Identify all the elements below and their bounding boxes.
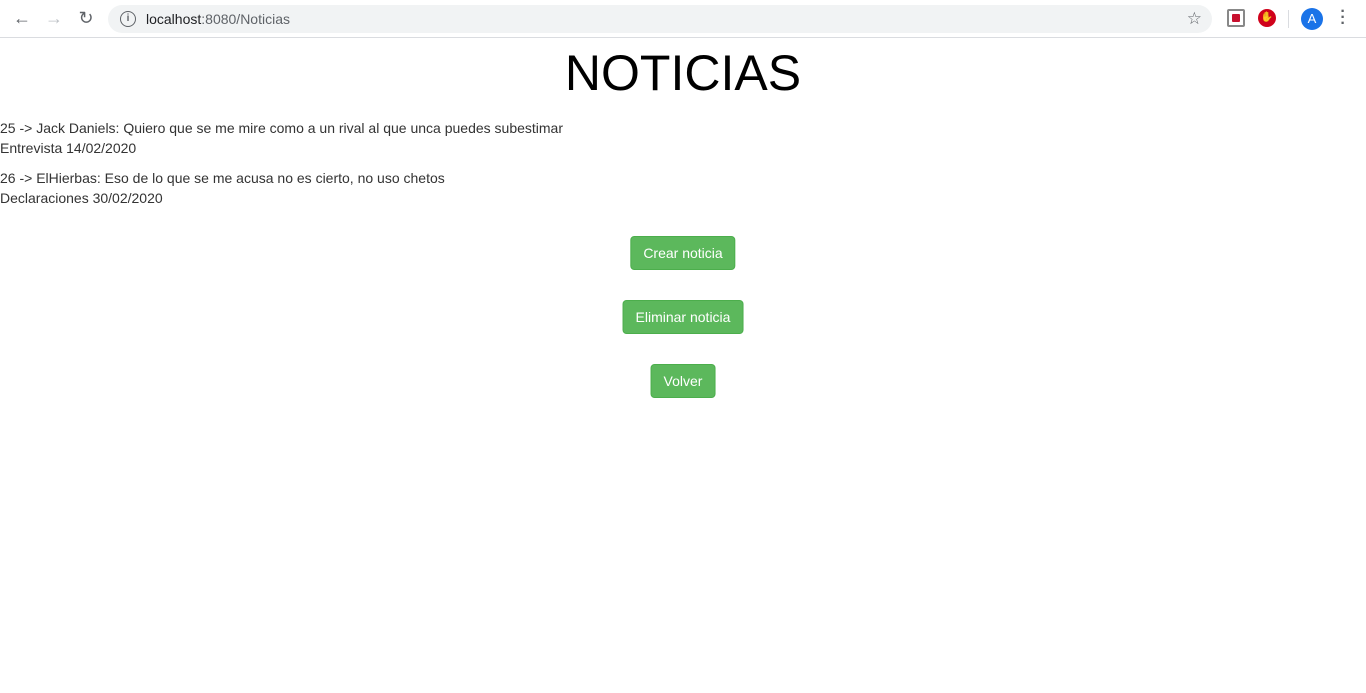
reload-icon[interactable]: ↻	[70, 8, 102, 29]
create-news-button[interactable]: Crear noticia	[630, 236, 736, 270]
news-meta: Entrevista 14/02/2020	[0, 140, 137, 156]
address-bar[interactable]: i localhost:8080/Noticias ☆	[108, 5, 1212, 33]
kebab-menu-icon[interactable]: · · ·	[1338, 4, 1348, 32]
news-headline: 25 -> Jack Daniels: Quiero que se me mir…	[0, 120, 564, 136]
page-title: NOTICIAS	[564, 45, 802, 101]
extension-shield-icon[interactable]	[1227, 9, 1245, 27]
url-path: :8080/Noticias	[201, 11, 290, 27]
bookmark-star-icon[interactable]: ☆	[1187, 9, 1202, 29]
back-arrow-icon[interactable]: ←	[6, 8, 38, 29]
news-list: 25 -> Jack Daniels: Quiero que se me mir…	[0, 118, 563, 218]
delete-news-button[interactable]: Eliminar noticia	[622, 300, 744, 334]
back-button[interactable]: Volver	[650, 364, 716, 398]
news-item: 26 -> ElHierbas: Eso de lo que se me acu…	[0, 168, 563, 208]
news-meta: Declaraciones 30/02/2020	[0, 190, 163, 206]
forward-arrow-icon[interactable]: →	[38, 8, 70, 29]
toolbar-divider	[1288, 10, 1289, 28]
profile-avatar[interactable]: A	[1301, 8, 1323, 30]
news-item: 25 -> Jack Daniels: Quiero que se me mir…	[0, 118, 563, 158]
browser-toolbar: ← → ↻ i localhost:8080/Noticias ☆ ✋ A · ·…	[0, 0, 1366, 38]
url-host: localhost	[146, 11, 202, 27]
adblock-hand-icon[interactable]: ✋	[1258, 9, 1276, 27]
info-icon[interactable]: i	[120, 11, 136, 27]
news-headline: 26 -> ElHierbas: Eso de lo que se me acu…	[0, 170, 445, 186]
